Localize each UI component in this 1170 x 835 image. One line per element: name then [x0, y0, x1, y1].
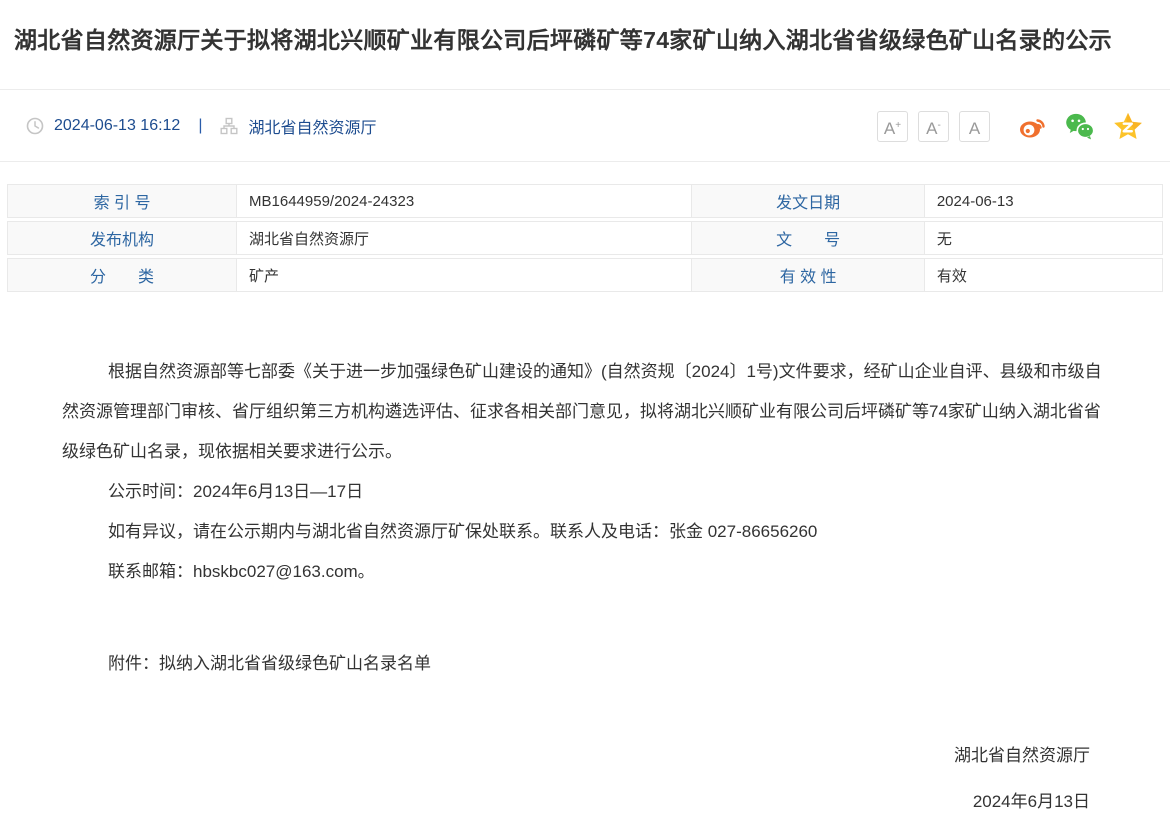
meta-info: 2024-06-13 16:12 | 湖北省自然资源厅 — [26, 114, 377, 138]
table-row: 索 引 号 MB1644959/2024-24323 发文日期 2024-06-… — [7, 184, 1163, 218]
issue-date-value: 2024-06-13 — [925, 184, 1163, 218]
announcement-page: 湖北省自然资源厅关于拟将湖北兴顺矿业有限公司后坪磷矿等74家矿山纳入湖北省省级绿… — [0, 0, 1170, 835]
font-decrease-button[interactable]: A- — [918, 111, 949, 142]
meta-divider — [0, 161, 1170, 162]
page-title: 湖北省自然资源厅关于拟将湖北兴顺矿业有限公司后坪磷矿等74家矿山纳入湖北省省级绿… — [14, 24, 1156, 56]
paragraph-public-period: 公示时间：2024年6月13日—17日 — [62, 472, 1112, 512]
category-label: 分 类 — [7, 258, 237, 292]
index-number-label: 索 引 号 — [7, 184, 237, 218]
publisher-value: 湖北省自然资源厅 — [237, 221, 692, 255]
font-increase-button[interactable]: A+ — [877, 111, 908, 142]
article-body: 根据自然资源部等七部委《关于进一步加强绿色矿山建设的通知》(自然资规〔2024〕… — [62, 352, 1112, 822]
validity-label: 有 效 性 — [692, 258, 924, 292]
meta-bar: 2024-06-13 16:12 | 湖北省自然资源厅 A+ A- A — [0, 103, 1170, 149]
meta-separator: | — [190, 117, 210, 135]
toolbar: A+ A- A — [877, 110, 1144, 142]
validity-value: 有效 — [925, 258, 1163, 292]
clock-icon — [26, 117, 44, 135]
paragraph-main: 根据自然资源部等七部委《关于进一步加强绿色矿山建设的通知》(自然资规〔2024〕… — [62, 352, 1112, 472]
table-row: 发布机构 湖北省自然资源厅 文 号 无 — [7, 221, 1163, 255]
publish-datetime: 2024-06-13 16:12 — [54, 117, 180, 135]
paragraph-email: 联系邮箱：hbskbc027@163.com。 — [62, 552, 1112, 592]
qzone-share-icon[interactable] — [1112, 110, 1144, 142]
signature-block: 湖北省自然资源厅 2024年6月13日 — [62, 736, 1090, 822]
publisher-label: 发布机构 — [7, 221, 237, 255]
doc-number-label: 文 号 — [692, 221, 924, 255]
table-row: 分 类 矿产 有 效 性 有效 — [7, 258, 1163, 292]
weibo-share-icon[interactable] — [1016, 110, 1048, 142]
document-info-table: 索 引 号 MB1644959/2024-24323 发文日期 2024-06-… — [7, 184, 1163, 295]
doc-number-value: 无 — [925, 221, 1163, 255]
department-icon — [220, 117, 238, 135]
attachment-line: 附件：拟纳入湖北省省级绿色矿山名录名单 — [62, 644, 1112, 684]
category-value: 矿产 — [237, 258, 692, 292]
source-department: 湖北省自然资源厅 — [248, 114, 376, 138]
signature-date: 2024年6月13日 — [62, 782, 1090, 822]
wechat-share-icon[interactable] — [1064, 110, 1096, 142]
signature-department: 湖北省自然资源厅 — [62, 736, 1090, 776]
issue-date-label: 发文日期 — [692, 184, 924, 218]
title-divider — [0, 89, 1170, 90]
font-reset-button[interactable]: A — [959, 111, 990, 142]
paragraph-contact: 如有异议，请在公示期内与湖北省自然资源厅矿保处联系。联系人及电话：张金 027-… — [62, 512, 1112, 552]
index-number-value: MB1644959/2024-24323 — [237, 184, 692, 218]
